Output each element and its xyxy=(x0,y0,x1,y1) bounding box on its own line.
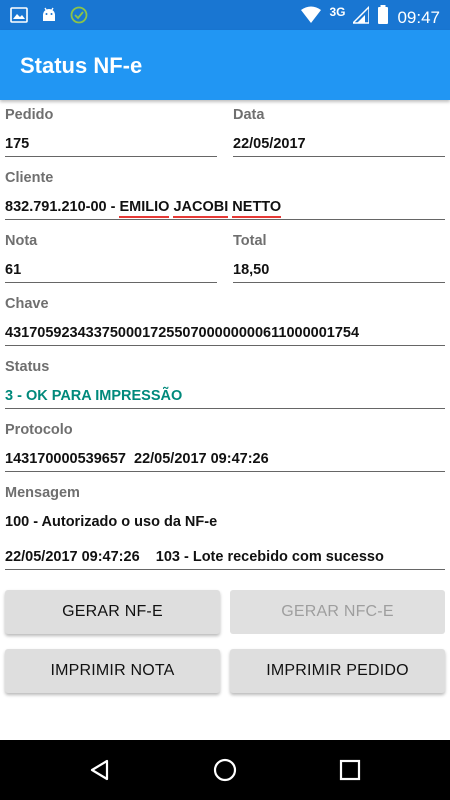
chave-field[interactable]: 4317059234337500017255070000000061100000… xyxy=(5,325,359,341)
app-bar: Status NF-e xyxy=(0,30,450,100)
network-type-label: 3G xyxy=(329,4,346,19)
pedido-underline xyxy=(5,156,217,157)
protocolo-label: Protocolo xyxy=(5,422,73,438)
chave-underline xyxy=(5,345,445,346)
home-icon[interactable] xyxy=(210,755,240,785)
total-field[interactable]: 18,50 xyxy=(233,262,269,278)
nfe-status-form: Pedido 175 Data 22/05/2017 Cliente 832.7… xyxy=(0,100,450,740)
imprimir-nota-button[interactable]: IMPRIMIR NOTA xyxy=(5,649,220,693)
status-bar: 3G 09:47 xyxy=(0,0,450,30)
cliente-underline xyxy=(5,219,445,220)
cliente-name-last: NETTO xyxy=(232,199,282,218)
back-icon[interactable] xyxy=(85,755,115,785)
gerar-nfe-button[interactable]: GERAR NF-E xyxy=(5,590,220,634)
chave-label: Chave xyxy=(5,296,49,312)
system-navigation-bar xyxy=(0,740,450,800)
mensagem-label: Mensagem xyxy=(5,485,80,501)
imprimir-pedido-button[interactable]: IMPRIMIR PEDIDO xyxy=(230,649,445,693)
image-icon xyxy=(10,6,28,29)
system-icons: 3G 09:47 xyxy=(301,5,440,30)
nota-underline xyxy=(5,282,217,283)
clock: 09:47 xyxy=(397,7,440,27)
pedido-field[interactable]: 175 xyxy=(5,136,29,152)
nota-field[interactable]: 61 xyxy=(5,262,21,278)
protocolo-field[interactable]: 143170000539657 22/05/2017 09:47:26 xyxy=(5,451,269,467)
total-underline xyxy=(233,282,445,283)
battery-icon xyxy=(377,5,389,30)
cliente-field[interactable]: 832.791.210-00 - EMILIO JACOBI NETTO xyxy=(5,199,282,218)
data-field[interactable]: 22/05/2017 xyxy=(233,136,306,152)
mensagem-line-2[interactable]: 22/05/2017 09:47:26 103 - Lote recebido … xyxy=(5,549,384,565)
wifi-icon xyxy=(301,6,322,29)
android-icon xyxy=(40,6,58,29)
page-title: Status NF-e xyxy=(20,53,143,78)
data-underline xyxy=(233,156,445,157)
status-underline xyxy=(5,408,445,409)
protocolo-underline xyxy=(5,471,445,472)
status-label: Status xyxy=(5,359,50,375)
cliente-document: 832.791.210-00 - xyxy=(5,199,120,215)
cliente-label: Cliente xyxy=(5,170,54,186)
cliente-name-first: EMILIO xyxy=(119,199,170,218)
total-label: Total xyxy=(233,233,267,249)
status-field[interactable]: 3 - OK PARA IMPRESSÃO xyxy=(5,388,182,404)
notification-icons xyxy=(10,6,88,29)
check-circle-icon xyxy=(70,6,88,29)
gerar-nfce-button[interactable]: GERAR NFC-E xyxy=(230,590,445,634)
pedido-label: Pedido xyxy=(5,107,54,123)
data-label: Data xyxy=(233,107,265,123)
recents-icon[interactable] xyxy=(335,755,365,785)
mensagem-line-1[interactable]: 100 - Autorizado o uso da NF-e xyxy=(5,514,217,530)
cliente-name-middle: JACOBI xyxy=(173,199,229,218)
mensagem-underline xyxy=(5,569,445,570)
nota-label: Nota xyxy=(5,233,38,249)
signal-icon xyxy=(351,5,371,29)
